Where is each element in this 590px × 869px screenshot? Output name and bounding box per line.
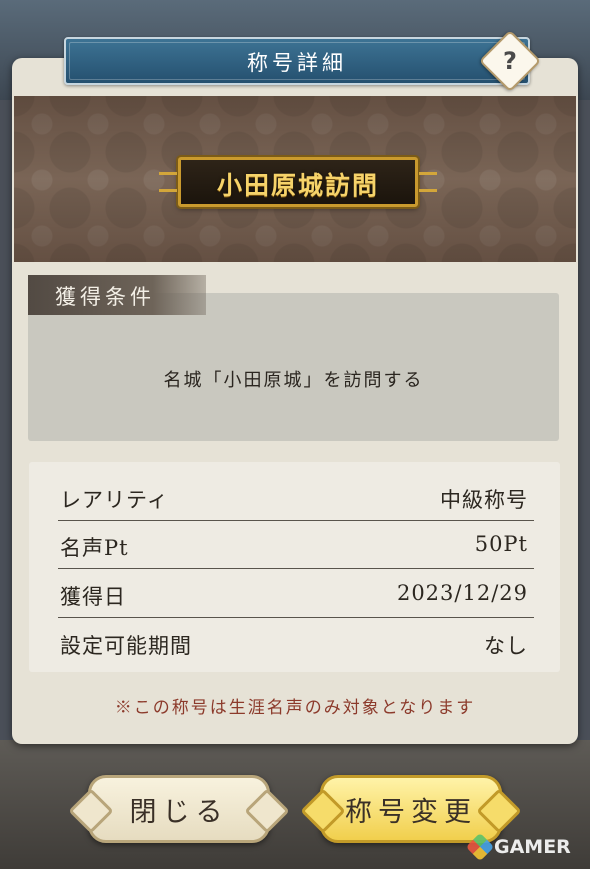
detail-value: 中級称号	[440, 488, 528, 512]
help-icon: ?	[503, 47, 517, 75]
detail-label: 獲得日	[60, 585, 126, 609]
change-title-button[interactable]: 称号変更	[320, 775, 502, 843]
close-button-label: 閉じる	[129, 797, 229, 828]
close-button[interactable]: 閉じる	[88, 775, 270, 843]
watermark-text: GAMER	[494, 836, 571, 858]
plate-ornament-right	[419, 172, 437, 192]
condition-text: 名城「小田原城」を訪問する	[163, 370, 424, 391]
detail-row-rarity: レアリティ 中級称号	[58, 472, 534, 521]
watermark: GAMER	[465, 832, 571, 862]
detail-label: レアリティ	[60, 488, 169, 512]
detail-value: なし	[484, 634, 528, 658]
gamer-logo-icon	[465, 832, 495, 862]
dialog-title: 称号詳細	[247, 51, 347, 75]
detail-row-acquired-date: 獲得日 2023/12/29	[58, 569, 534, 618]
footnote: ※この称号は生涯名声のみ対象となります	[114, 698, 476, 718]
change-title-button-label: 称号変更	[345, 797, 477, 828]
dialog-title-bar: 称号詳細	[64, 37, 530, 85]
detail-label: 設定可能期間	[60, 634, 192, 658]
detail-value: 2023/12/29	[396, 581, 528, 605]
plate-ornament-left	[159, 172, 177, 192]
detail-value: 50Pt	[474, 532, 528, 556]
detail-row-settable-period: 設定可能期間 なし	[58, 618, 534, 666]
condition-heading: 獲得条件	[55, 285, 155, 309]
detail-row-fame-points: 名声Pt 50Pt	[58, 520, 534, 569]
title-plate: 小田原城訪問	[159, 157, 437, 207]
condition-heading-tab: 獲得条件	[28, 275, 206, 315]
detail-label: 名声Pt	[60, 536, 129, 560]
title-plate-text: 小田原城訪問	[216, 171, 379, 200]
